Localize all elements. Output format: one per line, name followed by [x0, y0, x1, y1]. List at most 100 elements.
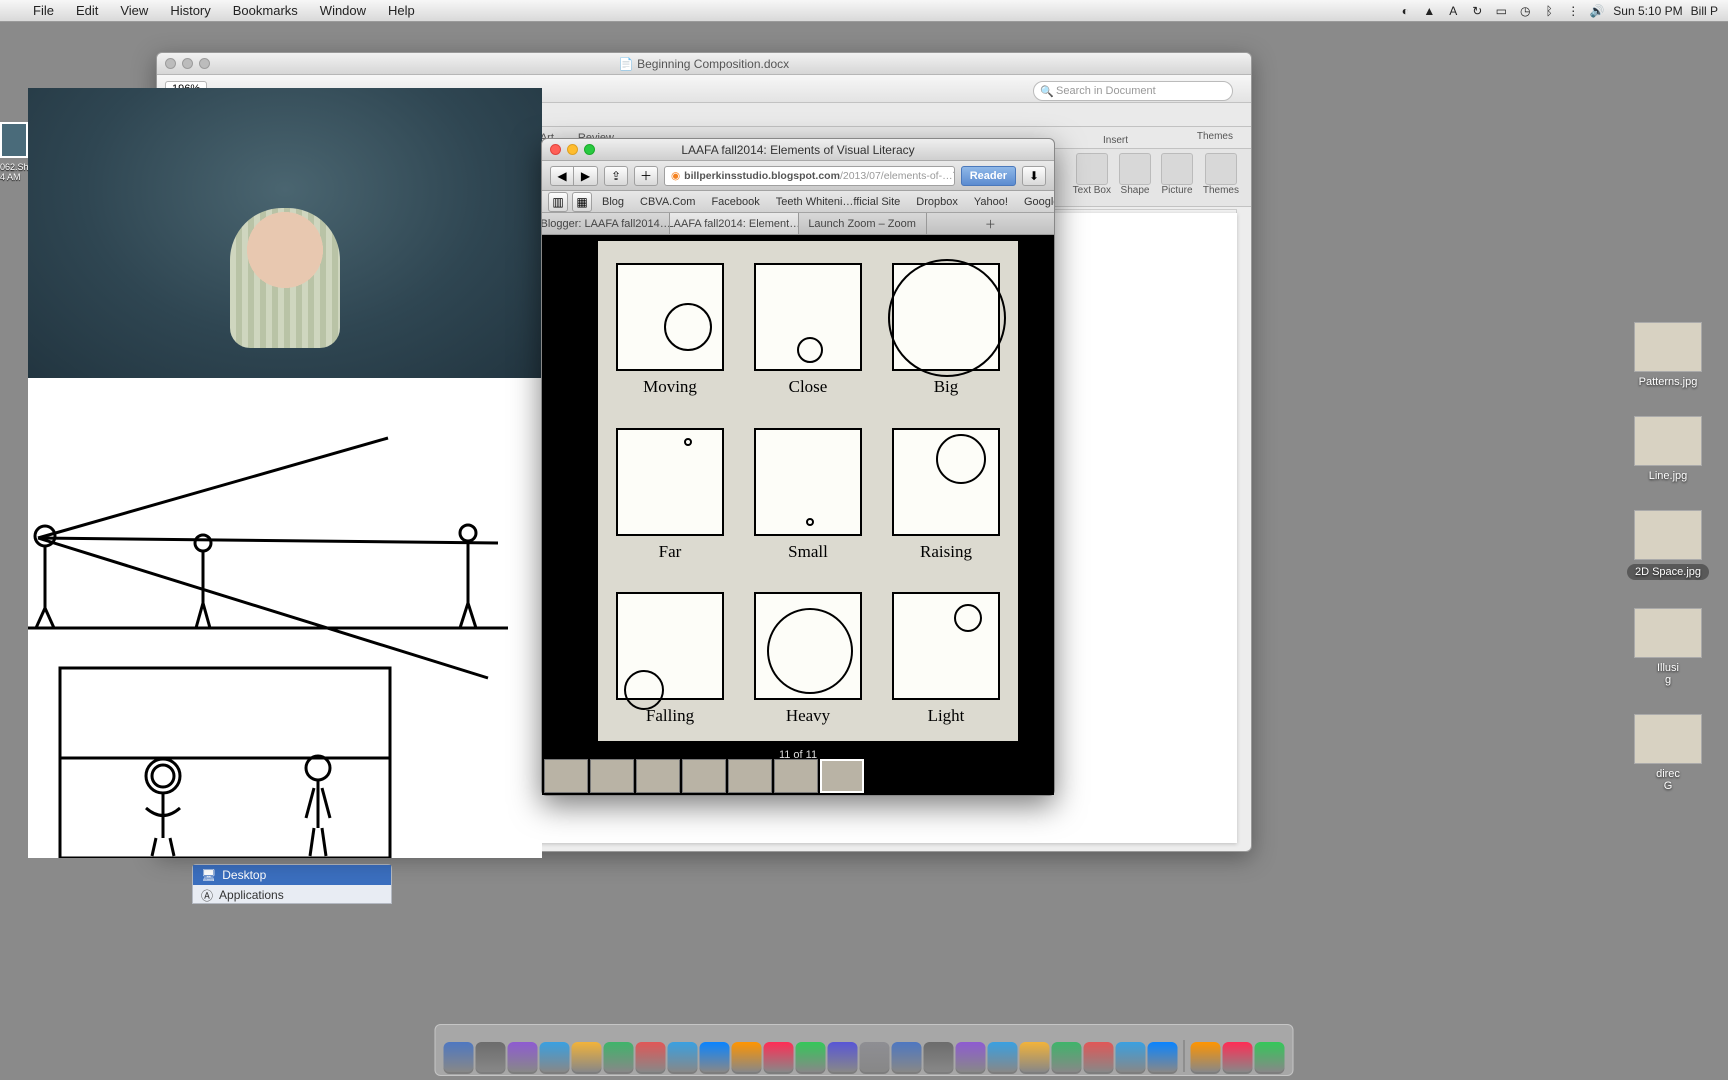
dock-item[interactable]: [956, 1042, 986, 1072]
dock-item[interactable]: [796, 1042, 826, 1072]
word-search-input[interactable]: Search in Document: [1033, 81, 1233, 101]
safari-titlebar[interactable]: LAAFA fall2014: Elements of Visual Liter…: [542, 139, 1054, 161]
thumb[interactable]: [544, 759, 588, 793]
thumb[interactable]: [590, 759, 634, 793]
thumb-active[interactable]: [820, 759, 864, 793]
desktop-file-patterns[interactable]: Patterns.jpg: [1608, 322, 1728, 388]
reload-icon[interactable]: ↻: [953, 170, 955, 182]
bookmark-google[interactable]: Google: [1018, 196, 1054, 208]
status-icon[interactable]: ◐: [1397, 3, 1413, 19]
bookmark-blog[interactable]: Blog: [596, 196, 630, 208]
volume-icon[interactable]: 🔊: [1589, 3, 1605, 19]
dock-item[interactable]: [860, 1042, 890, 1072]
sketch-canvas: [28, 378, 542, 858]
thumb[interactable]: [682, 759, 726, 793]
tab-zoom[interactable]: Launch Zoom – Zoom: [799, 213, 927, 234]
add-button[interactable]: ＋: [634, 166, 658, 186]
dropbox-icon[interactable]: ▲: [1421, 3, 1437, 19]
close-icon[interactable]: [550, 144, 561, 155]
bookmarks-bar: ▥ ▦ Blog CBVA.Com Facebook Teeth Whiteni…: [542, 191, 1054, 213]
forward-button[interactable]: ▶: [574, 166, 598, 186]
minimize-icon[interactable]: [567, 144, 578, 155]
dock-item[interactable]: [1084, 1042, 1114, 1072]
desktop-file-2dspace[interactable]: 2D Space.jpg: [1608, 510, 1728, 580]
bluetooth-icon[interactable]: ᛒ: [1541, 3, 1557, 19]
shape-icon[interactable]: [1119, 153, 1151, 185]
dock-item[interactable]: [1020, 1042, 1050, 1072]
topsites-icon[interactable]: ▦: [572, 192, 592, 212]
image-lightbox[interactable]: Moving Close Big Far Small: [598, 241, 1018, 741]
menu-edit[interactable]: Edit: [65, 3, 109, 18]
dock-item[interactable]: [476, 1042, 506, 1072]
thumb[interactable]: [636, 759, 680, 793]
word-titlebar[interactable]: 📄 Beginning Composition.docx: [157, 53, 1251, 75]
dock-item[interactable]: [604, 1042, 634, 1072]
dock-item[interactable]: [540, 1042, 570, 1072]
timemachine-icon[interactable]: ◷: [1517, 3, 1533, 19]
ribbon-textbox[interactable]: Text Box: [1073, 185, 1111, 196]
dock-item[interactable]: [1223, 1042, 1253, 1072]
display-icon[interactable]: ▭: [1493, 3, 1509, 19]
dock-item[interactable]: [764, 1042, 794, 1072]
bookmark-dropbox[interactable]: Dropbox: [910, 196, 964, 208]
reader-button[interactable]: Reader: [961, 166, 1016, 186]
desktop-thumb[interactable]: [0, 122, 28, 158]
url-field[interactable]: ◉ billperkinsstudio.blogspot.com /2013/0…: [664, 166, 955, 186]
ribbon-shape[interactable]: Shape: [1121, 185, 1150, 196]
menu-bookmarks[interactable]: Bookmarks: [222, 3, 309, 18]
textbox-icon[interactable]: [1076, 153, 1108, 185]
zoom-icon[interactable]: [199, 58, 210, 69]
clock[interactable]: Sun 5:10 PM: [1613, 4, 1682, 18]
sidebar-item-desktop[interactable]: 🖥 Desktop: [193, 865, 391, 885]
sync-icon[interactable]: ↻: [1469, 3, 1485, 19]
close-icon[interactable]: [165, 58, 176, 69]
tab-laafa[interactable]: LAAFA fall2014: Element…: [670, 213, 798, 234]
dock-item[interactable]: [924, 1042, 954, 1072]
thumb[interactable]: [728, 759, 772, 793]
bookmark-facebook[interactable]: Facebook: [705, 196, 765, 208]
dock-item[interactable]: [828, 1042, 858, 1072]
menu-help[interactable]: Help: [377, 3, 426, 18]
dock-item[interactable]: [1052, 1042, 1082, 1072]
dock-item[interactable]: [1255, 1042, 1285, 1072]
adobe-icon[interactable]: A: [1445, 3, 1461, 19]
menu-window[interactable]: Window: [309, 3, 377, 18]
minimize-icon[interactable]: [182, 58, 193, 69]
bookmark-yahoo[interactable]: Yahoo!: [968, 196, 1014, 208]
thumb[interactable]: [774, 759, 818, 793]
menu-history[interactable]: History: [159, 3, 221, 18]
zoom-icon[interactable]: [584, 144, 595, 155]
dock-item[interactable]: [508, 1042, 538, 1072]
bookmark-teeth[interactable]: Teeth Whiteni…fficial Site: [770, 196, 907, 208]
dock-item[interactable]: [572, 1042, 602, 1072]
wifi-icon[interactable]: ⋮: [1565, 3, 1581, 19]
dock-item[interactable]: [444, 1042, 474, 1072]
dock-item[interactable]: [1191, 1042, 1221, 1072]
desktop-file-illusion[interactable]: Illusi g: [1608, 608, 1728, 686]
downloads-button[interactable]: ⬇: [1022, 166, 1046, 186]
menu-view[interactable]: View: [109, 3, 159, 18]
dock-item[interactable]: [732, 1042, 762, 1072]
menu-file[interactable]: File: [22, 3, 65, 18]
sidebar-item-applications[interactable]: Ⓐ Applications: [193, 885, 391, 905]
share-button[interactable]: ⇪: [604, 166, 628, 186]
dock-item[interactable]: [668, 1042, 698, 1072]
dock-item[interactable]: [892, 1042, 922, 1072]
dock-item[interactable]: [636, 1042, 666, 1072]
user-name[interactable]: Bill P: [1691, 4, 1718, 18]
tab-blogger[interactable]: Blogger: LAAFA fall2014…: [542, 213, 670, 234]
back-button[interactable]: ◀: [550, 166, 574, 186]
ribbon-picture[interactable]: Picture: [1161, 185, 1192, 196]
show-bookmarks-icon[interactable]: ▥: [548, 192, 568, 212]
themes-icon[interactable]: [1205, 153, 1237, 185]
ribbon-themes[interactable]: Themes: [1203, 185, 1239, 196]
dock-item[interactable]: [1148, 1042, 1178, 1072]
picture-icon[interactable]: [1161, 153, 1193, 185]
dock-item[interactable]: [988, 1042, 1018, 1072]
bookmark-cbva[interactable]: CBVA.Com: [634, 196, 701, 208]
new-tab-button[interactable]: ＋: [927, 213, 1054, 234]
dock-item[interactable]: [1116, 1042, 1146, 1072]
desktop-file-line[interactable]: Line.jpg: [1608, 416, 1728, 482]
desktop-file-direc[interactable]: direc G: [1608, 714, 1728, 792]
dock-item[interactable]: [700, 1042, 730, 1072]
